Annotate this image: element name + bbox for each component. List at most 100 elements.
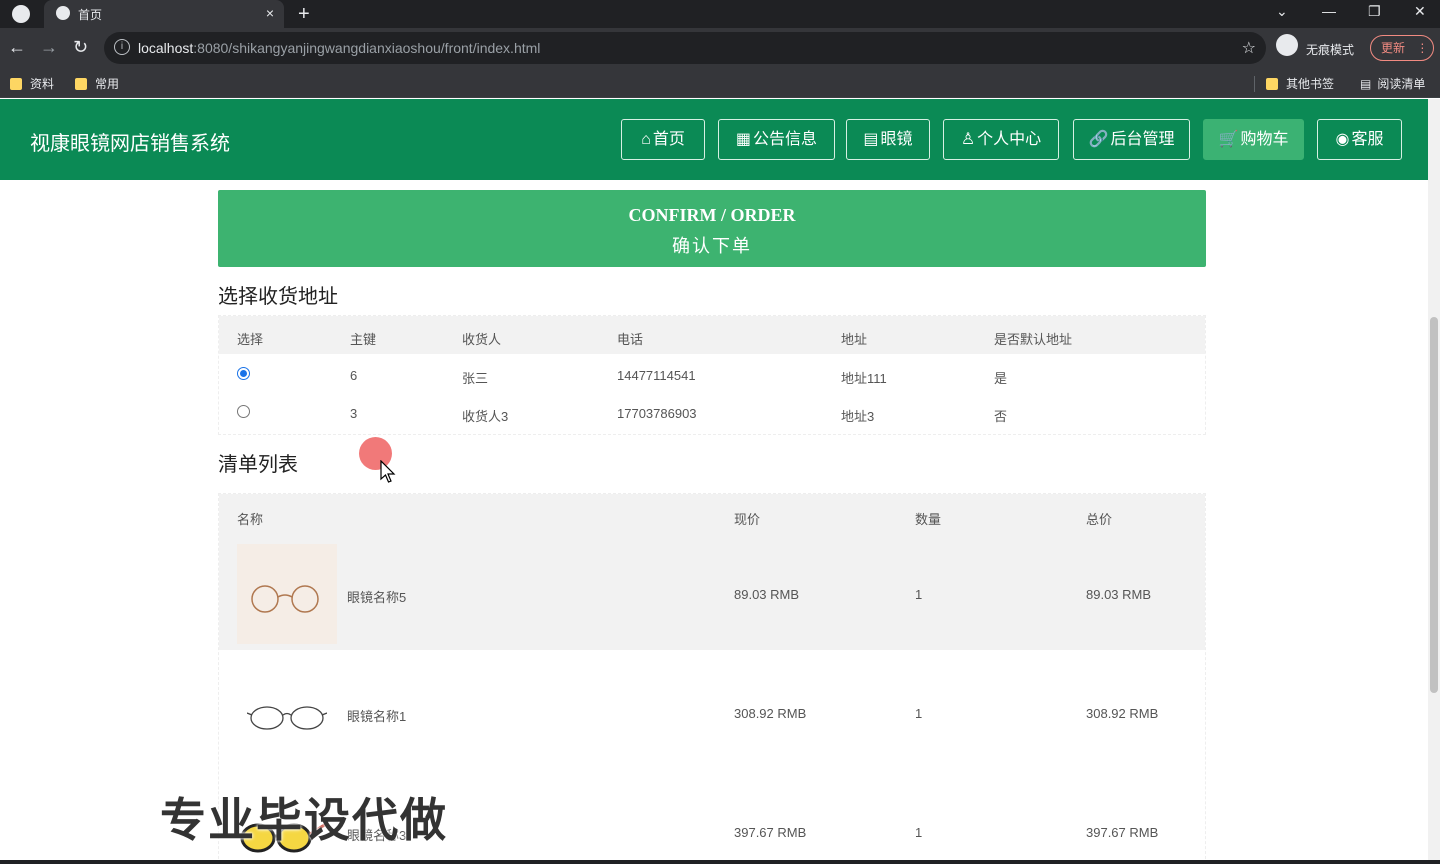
- mouse-pointer-icon: [380, 460, 396, 483]
- product-thumbnail[interactable]: [237, 663, 337, 763]
- bookmark-folder-ziliao[interactable]: 资料: [10, 75, 54, 92]
- nav-admin[interactable]: 🔗 后台管理: [1073, 119, 1190, 160]
- bookmarks-bar: 资料 常用 其他书签 ▤ 阅读清单: [0, 68, 1440, 98]
- reading-list[interactable]: ▤ 阅读清单: [1360, 75, 1425, 92]
- bookmark-label: 常用: [95, 77, 120, 91]
- bookmark-folder-changyong[interactable]: 常用: [75, 75, 119, 92]
- reload-icon[interactable]: ↻: [73, 37, 88, 58]
- site-title: 视康眼镜网店销售系统: [30, 133, 230, 155]
- cart-icon: 🛒: [1218, 131, 1239, 148]
- address-table-header: 选择 主键 收货人 电话 地址 是否默认地址: [219, 316, 1205, 354]
- bookmark-separator: [1254, 76, 1255, 92]
- update-label: 更新: [1381, 41, 1406, 55]
- product-qty: 1: [915, 825, 923, 840]
- column-header: 收货人: [462, 332, 502, 347]
- address-name: 张三: [462, 371, 489, 386]
- product-price: 89.03 RMB: [734, 587, 800, 602]
- product-name: 眼镜名称1: [347, 709, 407, 724]
- incognito-label: 无痕模式: [1306, 43, 1355, 57]
- nav-announcements[interactable]: ▦ 公告信息: [718, 119, 835, 160]
- nav-label: 购物车: [1240, 131, 1289, 148]
- column-header: 地址: [841, 332, 868, 347]
- address-id: 6: [350, 368, 358, 383]
- address-phone: 17703786903: [617, 406, 697, 421]
- nav-personal-center[interactable]: ♙ 个人中心: [943, 119, 1059, 160]
- column-header: 选择: [237, 332, 264, 347]
- product-total: 397.67 RMB: [1086, 825, 1159, 840]
- url-path: :8080/shikangyanjingwangdianxiaoshou/fro…: [193, 40, 541, 56]
- banner-title-en: CONFIRM / ORDER: [628, 205, 796, 225]
- url-text: localhost:8080/shikangyanjingwangdianxia…: [138, 40, 540, 56]
- nav-home[interactable]: ⌂ 首页: [621, 119, 705, 160]
- product-total: 89.03 RMB: [1086, 587, 1152, 602]
- bookmark-star-icon[interactable]: ☆: [1242, 38, 1256, 58]
- new-tab-button[interactable]: +: [298, 3, 310, 26]
- watermark-text: 专业毕设代做: [160, 794, 448, 846]
- browser-tab[interactable]: 首页 ×: [44, 0, 284, 28]
- nav-label: 眼镜: [880, 131, 913, 148]
- incognito-icon[interactable]: [1276, 34, 1298, 56]
- page-scrollbar[interactable]: [1428, 99, 1440, 864]
- column-header: 总价: [1086, 512, 1113, 527]
- close-window-icon[interactable]: ✕: [1414, 3, 1426, 20]
- folder-icon: [1266, 78, 1278, 90]
- column-header: 名称: [237, 512, 264, 527]
- nav-label: 个人中心: [977, 131, 1042, 148]
- announcement-icon: ▦: [735, 131, 752, 148]
- list-table-header: 名称 现价 数量 总价: [219, 494, 1205, 538]
- product-price: 308.92 RMB: [734, 706, 807, 721]
- chat-icon: ◉: [1335, 131, 1350, 148]
- reading-list-label: 阅读清单: [1377, 77, 1426, 91]
- address-radio[interactable]: [237, 405, 250, 418]
- glasses-image: [247, 706, 327, 730]
- link-icon: 🔗: [1088, 131, 1109, 148]
- nav-service[interactable]: ◉ 客服: [1317, 119, 1402, 160]
- address-default: 否: [994, 409, 1008, 424]
- nav-label: 后台管理: [1110, 131, 1175, 148]
- grid-icon: ▤: [863, 131, 879, 148]
- product-name: 眼镜名称5: [347, 590, 407, 605]
- nav-cart[interactable]: 🛒 购物车: [1203, 119, 1304, 160]
- address-text: 地址111: [841, 371, 887, 386]
- product-thumbnail[interactable]: [237, 544, 337, 644]
- update-button[interactable]: 更新 ⋮: [1370, 35, 1434, 61]
- address-id: 3: [350, 406, 358, 421]
- tab-title: 首页: [78, 8, 103, 22]
- url-input[interactable]: i localhost:8080/shikangyanjingwangdianx…: [104, 32, 1266, 64]
- product-qty: 1: [915, 587, 923, 602]
- folder-icon: [10, 78, 22, 90]
- close-tab-icon[interactable]: ×: [266, 5, 274, 21]
- minimize-icon[interactable]: —: [1322, 3, 1336, 19]
- site-header: 视康眼镜网店销售系统 ⌂ 首页 ▦ 公告信息 ▤ 眼镜 ♙ 个人中心 🔗 后台管理 🛒 购物…: [0, 99, 1440, 180]
- confirm-order-banner: CONFIRM / ORDER 确认下单: [218, 190, 1206, 267]
- bookmark-label: 资料: [30, 77, 55, 91]
- other-bookmarks[interactable]: 其他书签: [1266, 75, 1334, 92]
- column-header: 是否默认地址: [994, 332, 1073, 347]
- browser-menu-icon[interactable]: [12, 5, 30, 23]
- product-total: 308.92 RMB: [1086, 706, 1159, 721]
- tab-search-icon[interactable]: ⌄: [1276, 3, 1288, 20]
- back-icon[interactable]: ←: [8, 37, 26, 58]
- list-section-title: 清单列表: [218, 454, 298, 476]
- address-name: 收货人3: [462, 409, 509, 424]
- nav-label: 客服: [1351, 131, 1384, 148]
- restore-icon[interactable]: ❐: [1368, 3, 1381, 20]
- browser-tab-bar: 首页 × + ⌄ — ❐ ✕: [0, 0, 1440, 28]
- forward-icon[interactable]: →: [40, 37, 58, 58]
- banner-title-zh: 确认下单: [672, 236, 752, 256]
- address-table: 选择 主键 收货人 电话 地址 是否默认地址 6 张三 14477114541 …: [218, 315, 1206, 435]
- site-info-icon[interactable]: i: [114, 39, 130, 55]
- nav-glasses[interactable]: ▤ 眼镜: [846, 119, 930, 160]
- reading-list-icon: ▤: [1360, 77, 1372, 91]
- folder-icon: [75, 78, 87, 90]
- address-radio-selected[interactable]: [237, 367, 250, 380]
- address-bar: ← → ↻ i localhost:8080/shikangyanjingwan…: [0, 28, 1440, 68]
- globe-icon: [56, 6, 70, 20]
- scrollbar-thumb[interactable]: [1430, 317, 1438, 693]
- nav-label: 首页: [652, 131, 685, 148]
- column-header: 现价: [734, 512, 761, 527]
- bottom-strip: [0, 860, 1440, 864]
- other-bookmarks-label: 其他书签: [1286, 77, 1335, 91]
- address-phone: 14477114541: [617, 368, 696, 383]
- home-icon: ⌂: [641, 131, 651, 148]
